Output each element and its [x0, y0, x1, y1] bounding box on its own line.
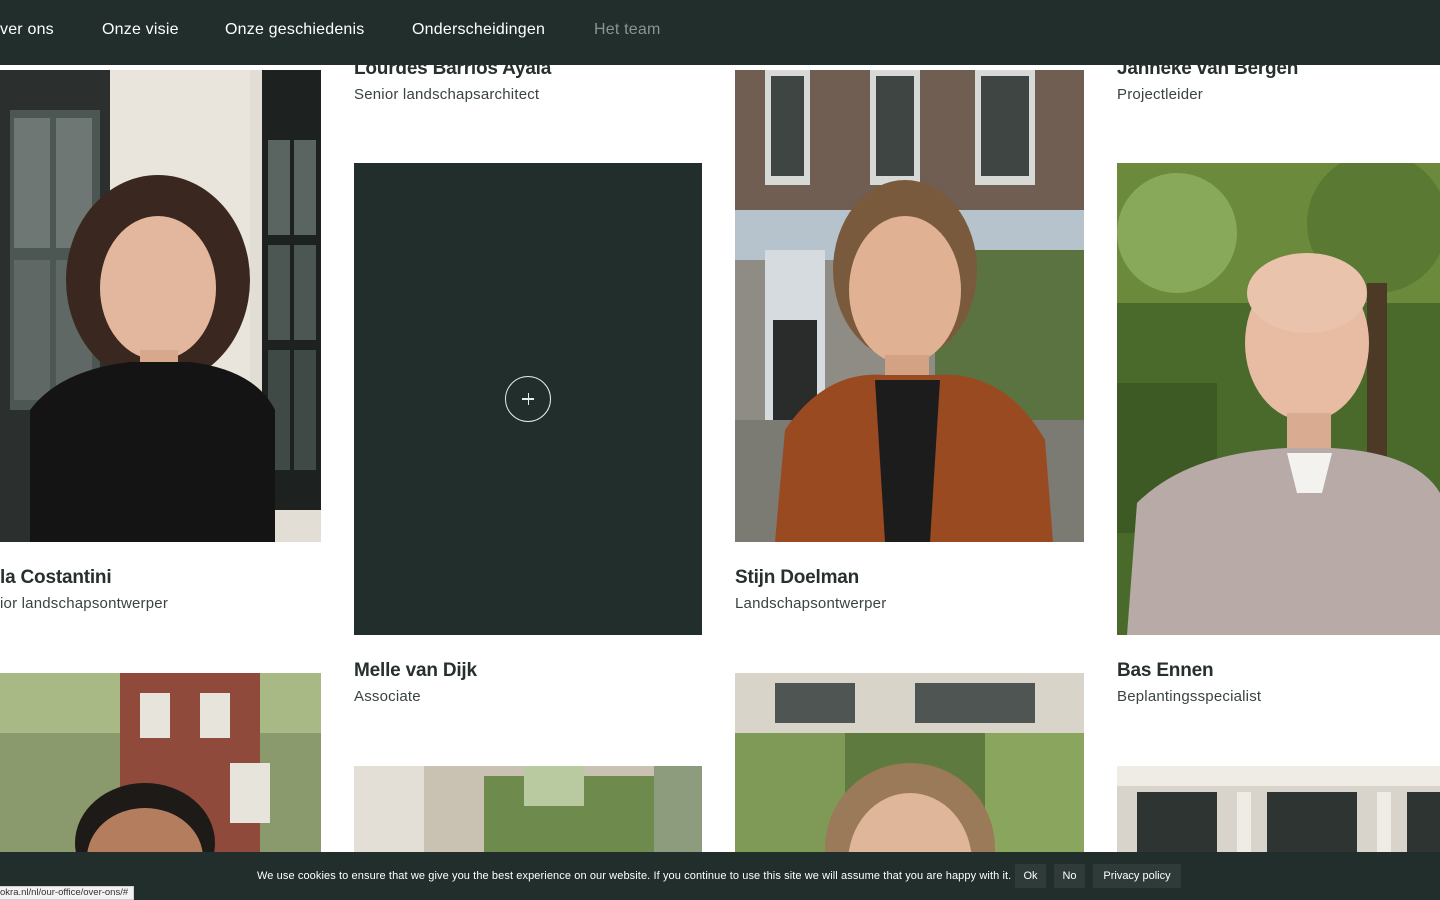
member-name-stijn[interactable]: Stijn Doelman — [735, 567, 859, 589]
cookie-no-button[interactable]: No — [1054, 864, 1085, 888]
portrait-image — [735, 70, 1084, 542]
nav-item-het-team[interactable]: Het team — [594, 21, 661, 39]
cookie-ok-button[interactable]: Ok — [1015, 864, 1046, 888]
nav-item-over-ons[interactable]: ver ons — [0, 21, 54, 39]
member-role-janneke: Projectleider — [1117, 86, 1203, 103]
member-photo-row3-col4[interactable] — [1117, 766, 1440, 852]
member-role-lourdes: Senior landschapsarchitect — [354, 86, 540, 103]
member-name-costantini[interactable]: la Costantini — [0, 567, 112, 589]
portrait-image — [354, 766, 702, 852]
member-photo-bas[interactable] — [1117, 163, 1440, 635]
nav-item-onderscheidingen[interactable]: Onderscheidingen — [412, 21, 545, 39]
nav-item-onze-visie[interactable]: Onze visie — [102, 21, 179, 39]
member-role-costantini: ior landschapsontwerper — [0, 595, 169, 612]
cookie-consent-bar: We use cookies to ensure that we give yo… — [0, 852, 1440, 900]
nav-item-onze-geschiedenis[interactable]: Onze geschiedenis — [225, 21, 365, 39]
plus-icon-stroke — [527, 393, 529, 405]
top-navigation: ver ons Onze visie Onze geschiedenis Ond… — [0, 0, 1440, 65]
portrait-image — [1117, 163, 1440, 635]
portrait-image — [0, 673, 321, 852]
member-name-bas[interactable]: Bas Ennen — [1117, 660, 1214, 682]
member-photo-stijn[interactable] — [735, 70, 1084, 542]
member-role-melle: Associate — [354, 688, 421, 705]
member-photo-costantini[interactable] — [0, 70, 321, 542]
member-photo-row3-col3[interactable] — [735, 673, 1084, 852]
member-photo-row3-col1[interactable] — [0, 673, 321, 852]
status-bar-url: okra.nl/nl/our-office/over-ons/# — [0, 886, 135, 900]
member-photo-melle-placeholder[interactable] — [354, 163, 702, 635]
expand-plus-button[interactable] — [505, 376, 551, 422]
cookie-message: We use cookies to ensure that we give yo… — [257, 870, 1012, 882]
portrait-image — [1117, 766, 1440, 852]
member-role-stijn: Landschapsontwerper — [735, 595, 887, 612]
portrait-image — [0, 70, 321, 542]
privacy-policy-button[interactable]: Privacy policy — [1093, 864, 1181, 888]
member-photo-row3-col2[interactable] — [354, 766, 702, 852]
portrait-image — [735, 673, 1084, 852]
member-role-bas: Beplantingsspecialist — [1117, 688, 1262, 705]
member-name-melle[interactable]: Melle van Dijk — [354, 660, 477, 682]
